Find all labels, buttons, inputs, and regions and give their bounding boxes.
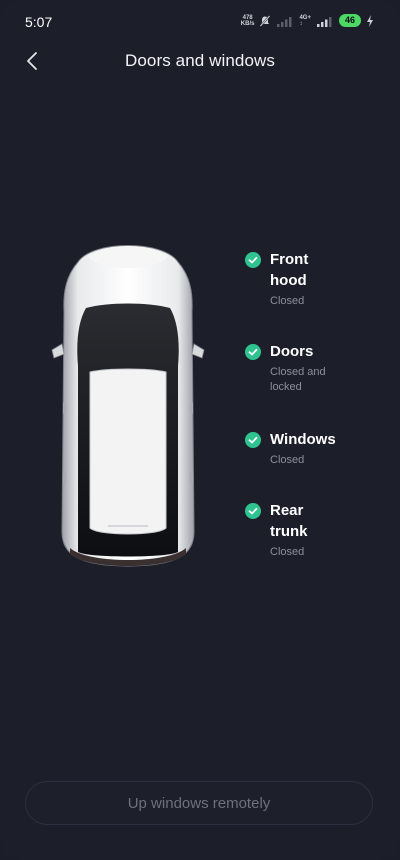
status-bar: 5:07 478 KB/s 4G+ ↕ 46 <box>0 0 400 44</box>
up-windows-remotely-button[interactable]: Up windows remotely <box>25 781 373 825</box>
check-circle-icon <box>245 344 261 360</box>
network-speed: 478 KB/s <box>241 15 255 27</box>
value-line: locked <box>270 381 302 393</box>
network-speed-value: 478 <box>242 14 253 21</box>
status-item-title: Front hood <box>270 249 375 291</box>
check-circle-icon <box>245 252 261 268</box>
signal-weak-icon <box>277 16 292 27</box>
status-item-front-hood: Front hood Closed <box>245 249 375 341</box>
signal-icon <box>316 16 332 27</box>
status-item-title: Windows <box>270 431 336 448</box>
status-item-value: Closed <box>270 546 305 558</box>
check-circle-icon <box>245 432 261 448</box>
network-type-label: 4G+ <box>299 14 311 21</box>
title-line: hood <box>270 272 307 289</box>
status-item-doors: Doors Closed and locked <box>245 341 375 429</box>
vehicle-status-list: Front hood Closed Doors Closed and locke… <box>245 249 375 560</box>
status-item-rear-trunk: Rear trunk Closed <box>245 500 375 560</box>
page-title: Doors and windows <box>124 51 276 70</box>
network-type: 4G+ ↕ <box>299 15 311 27</box>
bell-muted-icon <box>260 14 271 27</box>
check-circle-icon <box>245 503 261 519</box>
title-line: Front <box>270 251 309 268</box>
title-line: Rear <box>270 502 304 519</box>
network-speed-unit: KB/s <box>240 20 255 27</box>
value-line: Closed and <box>270 366 326 378</box>
title-line: trunk <box>270 523 308 540</box>
status-item-value: Closed <box>270 454 305 466</box>
status-item-windows: Windows Closed <box>245 429 375 500</box>
app-screen: 5:07 478 KB/s 4G+ ↕ 46 Doors and windows… <box>0 0 400 860</box>
battery-level: 46 <box>338 14 361 27</box>
status-icons: 478 KB/s 4G+ ↕ 46 <box>241 14 374 27</box>
car-top-view-image <box>51 245 205 567</box>
status-item-title: Rear trunk <box>270 500 375 542</box>
status-item-value: Closed and locked <box>270 365 375 395</box>
status-time: 5:07 <box>25 14 53 30</box>
charging-bolt-icon <box>367 14 373 27</box>
status-item-value: Closed <box>270 295 305 307</box>
status-item-title: Doors <box>270 343 314 360</box>
network-activity: ↕ <box>299 20 303 27</box>
